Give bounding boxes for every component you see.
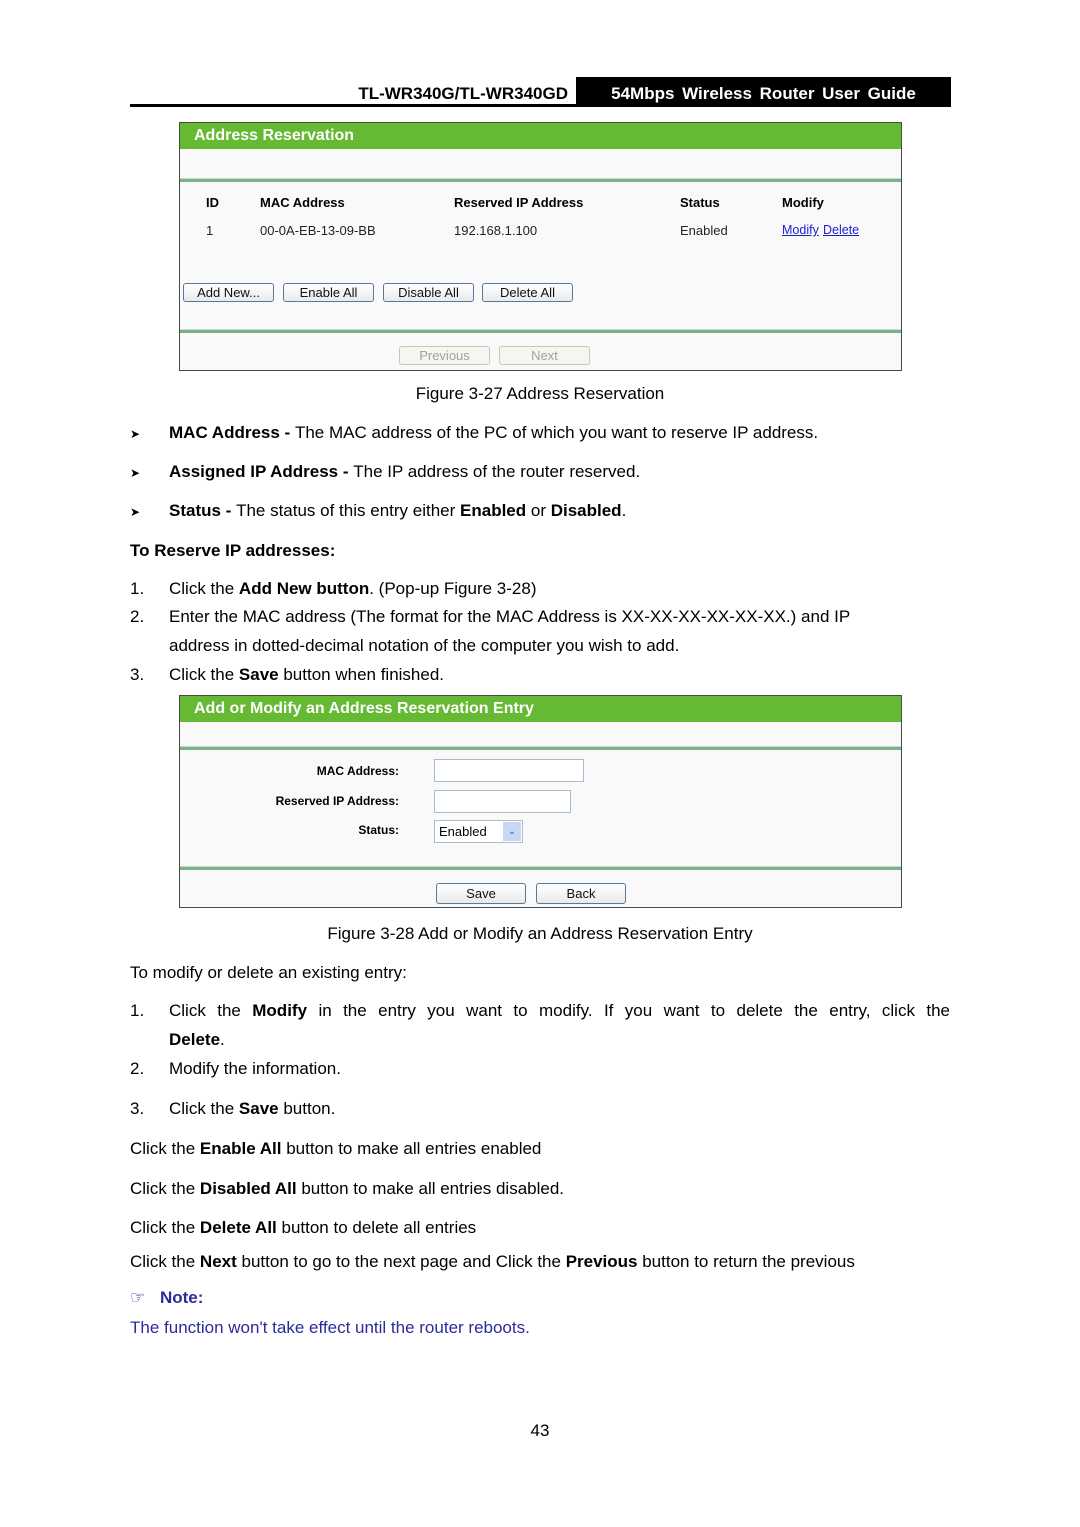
previous-button[interactable]: Previous (399, 346, 490, 365)
reserve-step-3: 3. Click the Save button when finished. (130, 665, 445, 684)
next-button[interactable]: Next (499, 346, 590, 365)
chevron-down-icon: ⌄ (503, 822, 521, 841)
page-number: 43 (530, 1421, 550, 1440)
divider (180, 746, 901, 750)
paragraph-next-previous: Click the Next button to go to the next … (130, 1252, 855, 1271)
paragraph-enable-all: Click the Enable All button to make all … (130, 1139, 542, 1158)
definition-mac: ➤ MAC Address - The MAC address of the P… (130, 423, 819, 442)
col-header-status: Status (680, 195, 720, 210)
doc-model-header: TL-WR340G/TL-WR340GD (358, 84, 568, 103)
reserve-step-1: 1. Click the Add New button. (Pop-up Fig… (130, 579, 537, 598)
figure-caption-27: Figure 3-27 Address Reservation (415, 384, 665, 403)
doc-guide-title: 54Mbps Wireless Router User Guide (576, 77, 951, 106)
back-button[interactable]: Back (536, 883, 626, 904)
divider (180, 329, 901, 333)
address-reservation-panel: Address Reservation ID MAC Address Reser… (179, 122, 902, 371)
enable-all-button[interactable]: Enable All (283, 283, 374, 302)
col-header-modify: Modify (782, 195, 824, 210)
header-rule (130, 104, 951, 107)
add-new-button[interactable]: Add New... (183, 283, 274, 302)
cell-ip: 192.168.1.100 (454, 223, 538, 238)
definition-status: ➤ Status - The status of this entry eith… (130, 501, 627, 520)
note-heading: ☞ Note: (130, 1288, 204, 1307)
reserve-heading: To Reserve IP addresses: (130, 541, 336, 560)
pointing-hand-icon: ☞ (130, 1288, 146, 1307)
modify-intro: To modify or delete an existing entry: (130, 963, 407, 982)
mac-address-input[interactable] (434, 759, 584, 782)
delete-link[interactable]: Delete (823, 223, 859, 237)
modify-step-1-cont: Delete. (169, 1030, 225, 1049)
reserve-step-2: 2. Enter the MAC address (The format for… (130, 607, 851, 626)
figure-caption-28: Figure 3-28 Add or Modify an Address Res… (327, 924, 753, 943)
panel-title: Add or Modify an Address Reservation Ent… (180, 696, 901, 722)
paragraph-disabled-all: Click the Disabled All button to make al… (130, 1179, 565, 1198)
delete-all-button[interactable]: Delete All (482, 283, 573, 302)
paragraph-delete-all: Click the Delete All button to delete al… (130, 1218, 477, 1237)
arrow-bullet-icon: ➤ (130, 466, 141, 480)
arrow-bullet-icon: ➤ (130, 427, 141, 441)
reserve-step-2-cont: address in dotted-decimal notation of th… (169, 636, 680, 655)
mac-address-label: MAC Address: (316, 764, 399, 778)
col-header-mac: MAC Address (260, 195, 345, 210)
note-text: The function won't take effect until the… (130, 1318, 530, 1337)
save-button[interactable]: Save (436, 883, 526, 904)
reserved-ip-label: Reserved IP Address: (275, 794, 399, 808)
status-label: Status: (358, 823, 399, 837)
disable-all-button[interactable]: Disable All (383, 283, 474, 302)
modify-link[interactable]: Modify (782, 223, 819, 237)
cell-status: Enabled (680, 223, 728, 238)
panel-title: Address Reservation (180, 123, 901, 149)
status-select[interactable]: Enabled ⌄ (434, 820, 523, 843)
cell-mac: 00-0A-EB-13-09-BB (260, 223, 376, 238)
modify-step-1: 1. Click the Modify in the entry you wan… (130, 1001, 950, 1020)
modify-step-2: 2. Modify the information. (130, 1059, 341, 1078)
arrow-bullet-icon: ➤ (130, 505, 141, 519)
modify-step-3: 3. Click the Save button. (130, 1099, 336, 1118)
definition-assigned-ip: ➤ Assigned IP Address - The IP address o… (130, 462, 641, 481)
divider (180, 866, 901, 870)
reserved-ip-input[interactable] (434, 790, 571, 813)
cell-id: 1 (206, 223, 214, 238)
col-header-ip: Reserved IP Address (454, 195, 584, 210)
divider (180, 178, 901, 182)
status-select-value: Enabled (439, 824, 487, 839)
col-header-id: ID (206, 195, 219, 210)
add-modify-entry-panel: Add or Modify an Address Reservation Ent… (179, 695, 902, 908)
